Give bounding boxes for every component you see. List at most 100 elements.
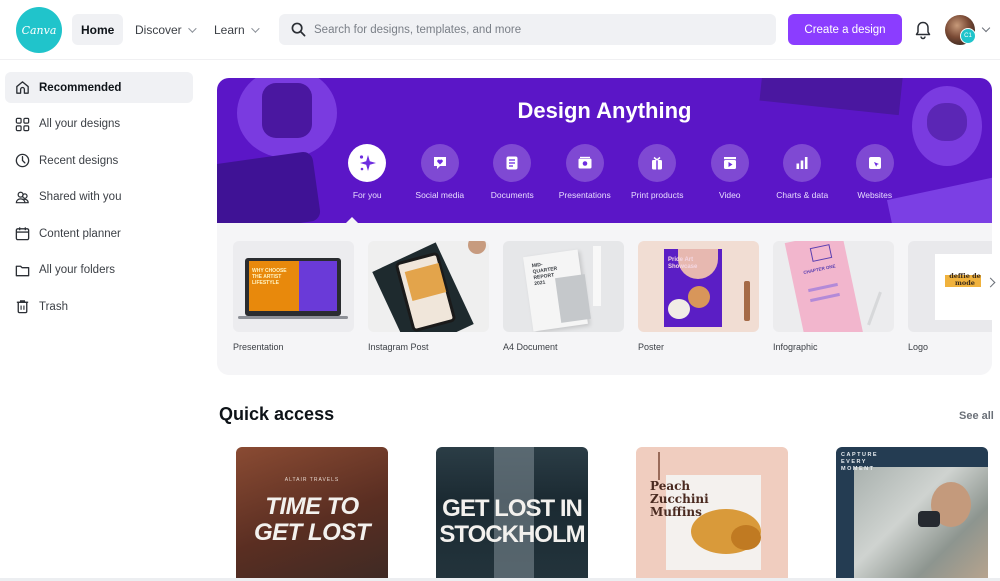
calendar-icon [15,227,30,241]
search-input[interactable] [314,23,754,36]
template-thumbnail: MID-QUARTER REPORT 2021 [503,241,624,332]
sidebar-item-shared[interactable]: Shared with you [5,182,193,213]
category-label: Presentations [558,190,611,200]
template-label: Logo [908,342,929,352]
category-presentations[interactable]: Presentations [549,144,622,200]
template-label: A4 Document [503,342,558,352]
category-video[interactable]: Video [694,144,767,200]
search-bar[interactable] [279,14,776,45]
thumb-text: Pride Art Showcase [668,257,698,270]
template-card-a4-document[interactable]: MID-QUARTER REPORT 2021 A4 Document [503,241,624,352]
website-cursor-icon [868,157,881,169]
nav-home-label: Home [81,22,115,37]
grid-icon [15,117,30,131]
sidebar-item-label: Recent designs [39,154,119,167]
card-title-line2: STOCKHOLM [439,521,585,548]
category-row: For you Social media Documents Presentat… [331,144,911,200]
nav-discover[interactable]: Discover [126,14,203,45]
template-thumbnail: Pride Art Showcase [638,241,759,332]
people-icon [15,191,29,203]
category-label: For you [352,190,382,200]
chevron-down-icon [250,23,260,33]
gift-icon [652,156,663,170]
category-charts-data[interactable]: Charts & data [766,144,839,200]
sidebar-item-label: Shared with you [39,191,122,203]
template-label: Poster [638,342,665,352]
sidebar-item-all-designs[interactable]: All your designs [5,109,193,140]
chevron-down-icon[interactable] [981,23,991,33]
create-design-button[interactable]: Create a design [788,14,902,45]
sidebar: Recommended All your designs Recent desi… [0,72,200,328]
category-documents[interactable]: Documents [476,144,549,200]
card-title-line1: GET LOST IN [442,495,583,522]
category-label: Websites [857,190,893,200]
heart-chat-icon [433,157,446,169]
quick-access-card[interactable]: CAPTURE EVERY MOMENT [836,447,988,581]
presentation-icon [578,156,592,169]
template-thumbnail: CHAPTER ONE [773,241,894,332]
template-label: Instagram Post [368,342,429,352]
category-label: Print products [631,190,684,200]
thumb-text: MID-QUARTER REPORT 2021 [531,261,558,288]
bell-icon[interactable] [914,20,932,40]
category-label: Charts & data [776,190,829,200]
card-title-line1: TIME TO [265,493,359,520]
category-social-media[interactable]: Social media [404,144,477,200]
template-label: Presentation [233,342,284,352]
canva-logo[interactable]: Canva [16,7,62,53]
template-card-presentation[interactable]: WHY CHOOSE THE ARTIST LIFESTYLE Presenta… [233,241,354,352]
sidebar-item-label: Trash [39,300,68,313]
card-title-line2: EVERY [841,459,867,465]
sidebar-item-label: Recommended [39,81,122,94]
template-card-infographic[interactable]: CHAPTER ONE Infographic [773,241,894,352]
clock-icon [15,153,30,168]
template-thumbnail [368,241,489,332]
video-icon [723,157,736,169]
hero-banner: Design Anything For you Social media Doc… [217,78,992,223]
template-card-logo[interactable]: deffie de mode Logo [908,241,992,352]
chevron-down-icon [187,23,197,33]
template-card-instagram-post[interactable]: Instagram Post [368,241,489,352]
quick-access-title: Quick access [219,404,335,424]
category-label: Video [718,190,741,200]
team-badge: C1 [960,28,976,44]
card-title-line1: CAPTURE [841,452,879,458]
category-for-you[interactable]: For you [331,144,404,200]
template-thumbnail: WHY CHOOSE THE ARTIST LIFESTYLE [233,241,354,332]
category-websites[interactable]: Websites [839,144,912,200]
template-types-panel: WHY CHOOSE THE ARTIST LIFESTYLE Presenta… [217,223,992,375]
template-card-poster[interactable]: Pride Art Showcase Poster [638,241,759,352]
nav-learn[interactable]: Learn [205,14,266,45]
category-label: Documents [490,190,534,200]
nav-learn-label: Learn [214,22,245,37]
quick-access-card[interactable]: GET LOST IN STOCKHOLM [436,447,588,581]
search-icon [291,22,306,37]
thumb-text: deffie de mode [949,272,981,287]
nav-discover-label: Discover [135,22,182,37]
see-all-link[interactable]: See all [959,410,994,422]
category-label: Social media [415,190,465,200]
sidebar-item-trash[interactable]: Trash [5,291,193,322]
category-print-products[interactable]: Print products [621,144,694,200]
card-title-line3: Muffins [650,505,702,519]
card-subtitle: ALTAIR TRAVELS [284,477,340,483]
sidebar-item-label: All your designs [39,118,121,130]
nav-home[interactable]: Home [72,14,124,45]
thumb-text: WHY CHOOSE THE ARTIST LIFESTYLE [252,268,287,286]
document-icon [506,156,518,170]
sidebar-item-content-planner[interactable]: Content planner [5,218,193,249]
bar-chart-icon [796,157,808,169]
hero-title: Design Anything [517,98,692,123]
home-icon [16,81,29,94]
megaphone-illustration [217,150,322,223]
template-thumbnail: deffie de mode [908,241,992,332]
sidebar-item-recent-designs[interactable]: Recent designs [5,145,193,176]
card-title-line2: GET LOST [254,519,371,546]
sidebar-item-label: All your folders [39,264,116,276]
template-label: Infographic [773,342,818,352]
quick-access-card[interactable]: ALTAIR TRAVELS TIME TO GET LOST [236,447,388,581]
quick-access-card[interactable]: Peach Zucchini Muffins [636,447,788,581]
sidebar-item-recommended[interactable]: Recommended [5,72,193,103]
sidebar-item-folders[interactable]: All your folders [5,255,193,286]
sparkle-icon [360,155,377,171]
